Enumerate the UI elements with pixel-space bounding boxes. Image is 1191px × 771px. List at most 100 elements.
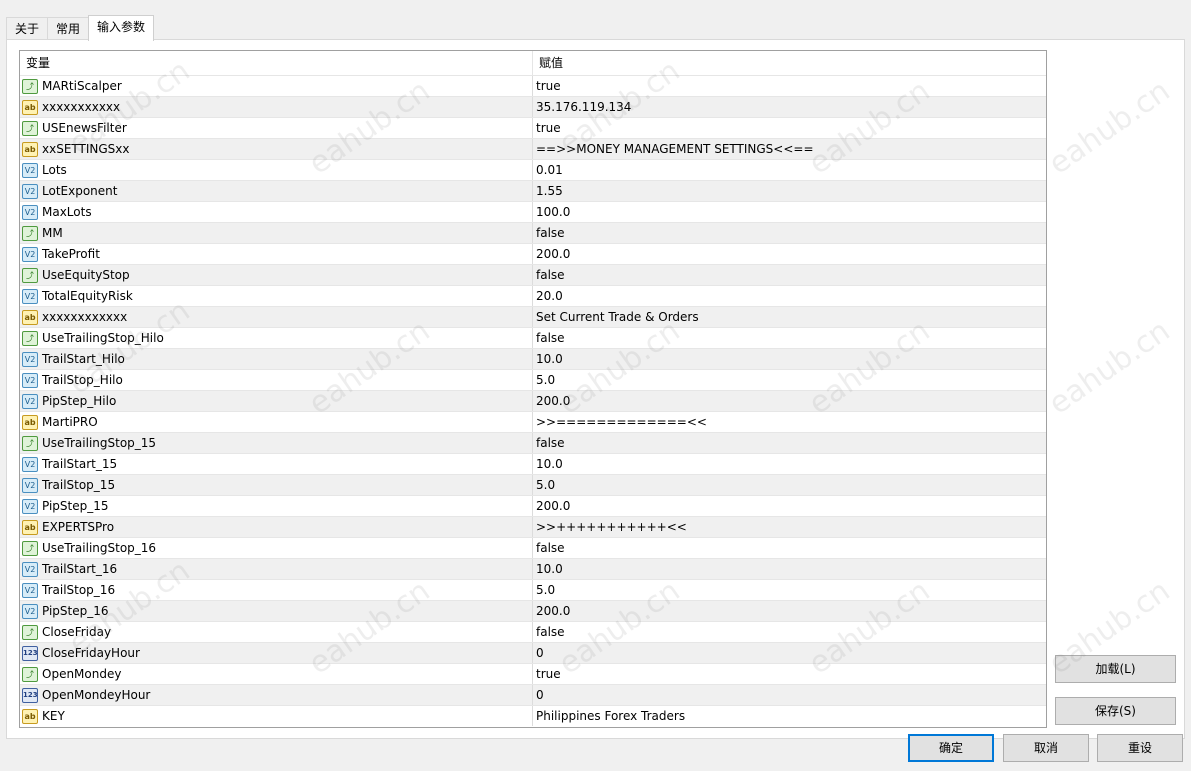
param-value[interactable]: >>=============<< (533, 412, 1046, 432)
param-value[interactable]: 0 (533, 685, 1046, 705)
param-name: PipStep_Hilo (42, 394, 117, 408)
header-variable[interactable]: 变量 (20, 51, 533, 75)
param-value[interactable]: false (533, 265, 1046, 285)
dbl-type-icon: V2 (22, 477, 38, 493)
param-name: PipStep_16 (42, 604, 109, 618)
param-row[interactable]: 123 OpenMondeyHour 0 (20, 684, 1046, 705)
dbl-type-icon: V2 (22, 393, 38, 409)
param-name-cell: ⤴ CloseFriday (20, 622, 533, 642)
param-row[interactable]: V2 PipStep_15 200.0 (20, 495, 1046, 516)
param-value[interactable]: 10.0 (533, 559, 1046, 579)
param-value[interactable]: 5.0 (533, 475, 1046, 495)
param-value[interactable]: 200.0 (533, 601, 1046, 621)
param-value[interactable]: false (533, 622, 1046, 642)
param-name: xxxxxxxxxxxx (42, 310, 128, 324)
param-row[interactable]: ⤴ UseTrailingStop_16 false (20, 537, 1046, 558)
param-value[interactable]: >>+++++++++++<< (533, 517, 1046, 537)
reset-button[interactable]: 重设 (1097, 734, 1183, 762)
param-row[interactable]: V2 MaxLots 100.0 (20, 201, 1046, 222)
param-value[interactable]: 200.0 (533, 391, 1046, 411)
param-row[interactable]: ab KEY Philippines Forex Traders (20, 705, 1046, 726)
param-row[interactable]: ⤴ MM false (20, 222, 1046, 243)
param-row[interactable]: V2 TrailStop_Hilo 5.0 (20, 369, 1046, 390)
param-value[interactable]: 5.0 (533, 580, 1046, 600)
param-name-cell: ⤴ MARtiScalper (20, 76, 533, 96)
param-row[interactable]: ab xxxxxxxxxxx 35.176.119.134 (20, 96, 1046, 117)
param-name: OpenMondeyHour (42, 688, 151, 702)
save-button[interactable]: 保存(S) (1055, 697, 1176, 725)
param-value[interactable]: 100.0 (533, 202, 1046, 222)
param-row[interactable]: 123 CloseFridayHour 0 (20, 642, 1046, 663)
param-row[interactable]: ⤴ UseEquityStop false (20, 264, 1046, 285)
param-row[interactable]: V2 PipStep_16 200.0 (20, 600, 1046, 621)
param-value[interactable]: Set Current Trade & Orders (533, 307, 1046, 327)
param-value[interactable]: false (533, 328, 1046, 348)
param-name: EXPERTSPro (42, 520, 115, 534)
param-row[interactable]: ⤴ MARtiScalper true (20, 75, 1046, 96)
param-value[interactable]: 0 (533, 643, 1046, 663)
param-row[interactable]: ⤴ CloseFriday false (20, 621, 1046, 642)
param-value[interactable]: 200.0 (533, 244, 1046, 264)
param-name: CloseFriday (42, 625, 112, 639)
param-row[interactable]: ab xxSETTINGSxx ==>>MONEY MANAGEMENT SETTI… (20, 138, 1046, 159)
param-row[interactable]: V2 TakeProfit 200.0 (20, 243, 1046, 264)
param-row[interactable]: ab MartiPRO >>=============<< (20, 411, 1046, 432)
dbl-type-icon: V2 (22, 183, 38, 199)
param-value[interactable]: 1.55 (533, 181, 1046, 201)
tab-bar: 关于 常用 输入参数 (6, 15, 155, 41)
tab-common[interactable]: 常用 (47, 17, 90, 41)
tab-inputs[interactable]: 输入参数 (88, 15, 155, 41)
param-row[interactable]: ⤴ UseTrailingStop_15 false (20, 432, 1046, 453)
param-value[interactable]: false (533, 223, 1046, 243)
param-row[interactable]: ⤴ USEnewsFilter true (20, 117, 1046, 138)
str-type-icon: ab (22, 99, 38, 115)
param-row[interactable]: ⤴ UseTrailingStop_Hilo false (20, 327, 1046, 348)
param-row[interactable]: V2 TrailStop_16 5.0 (20, 579, 1046, 600)
param-row[interactable]: V2 TrailStart_Hilo 10.0 (20, 348, 1046, 369)
param-name-cell: 123 CloseFridayHour (20, 643, 533, 663)
param-name-cell: ⤴ UseTrailingStop_15 (20, 433, 533, 453)
param-row[interactable]: V2 TotalEquityRisk 20.0 (20, 285, 1046, 306)
param-name: Lots (42, 163, 67, 177)
param-name-cell: ab KEY (20, 706, 533, 726)
load-button[interactable]: 加载(L) (1055, 655, 1176, 683)
param-row[interactable]: V2 PipStep_Hilo 200.0 (20, 390, 1046, 411)
param-row[interactable]: ab xxxxxxxxxxxx Set Current Trade & Orders (20, 306, 1046, 327)
tab-about[interactable]: 关于 (6, 17, 49, 41)
dbl-type-icon: V2 (22, 162, 38, 178)
dbl-type-icon: V2 (22, 498, 38, 514)
ok-button[interactable]: 确定 (908, 734, 994, 762)
param-value[interactable]: 35.176.119.134 (533, 97, 1046, 117)
param-value[interactable]: ==>>MONEY MANAGEMENT SETTINGS<<== (533, 139, 1046, 159)
param-value[interactable]: 200.0 (533, 496, 1046, 516)
param-value[interactable]: 20.0 (533, 286, 1046, 306)
param-value[interactable]: true (533, 118, 1046, 138)
param-row[interactable]: ab EXPERTSPro >>+++++++++++<< (20, 516, 1046, 537)
param-row[interactable]: V2 TrailStart_15 10.0 (20, 453, 1046, 474)
param-row[interactable]: ⤴ OpenMondey true (20, 663, 1046, 684)
param-value[interactable]: false (533, 433, 1046, 453)
param-value[interactable]: true (533, 76, 1046, 96)
param-value[interactable]: false (533, 538, 1046, 558)
param-name-cell: ab xxxxxxxxxxxx (20, 307, 533, 327)
param-row[interactable]: V2 TrailStop_15 5.0 (20, 474, 1046, 495)
param-value[interactable]: 0.01 (533, 160, 1046, 180)
cancel-button[interactable]: 取消 (1003, 734, 1089, 762)
param-name: TrailStart_15 (42, 457, 118, 471)
param-row[interactable]: V2 TrailStart_16 10.0 (20, 558, 1046, 579)
header-value[interactable]: 赋值 (533, 51, 563, 75)
inputs-panel: 变量 赋值 ⤴ MARtiScalper true ab xxxxxxxxxxx 35.1… (6, 39, 1185, 739)
param-value[interactable]: true (533, 664, 1046, 684)
param-value[interactable]: 10.0 (533, 349, 1046, 369)
bool-type-icon: ⤴ (22, 666, 38, 682)
param-row[interactable]: V2 Lots 0.01 (20, 159, 1046, 180)
param-value[interactable]: 5.0 (533, 370, 1046, 390)
param-name-cell: ab MartiPRO (20, 412, 533, 432)
param-row[interactable]: V2 LotExponent 1.55 (20, 180, 1046, 201)
param-name: TakeProfit (42, 247, 100, 261)
param-name: TotalEquityRisk (42, 289, 133, 303)
param-value[interactable]: 10.0 (533, 454, 1046, 474)
bool-type-icon: ⤴ (22, 540, 38, 556)
param-value[interactable]: Philippines Forex Traders (533, 706, 1046, 726)
bool-type-icon: ⤴ (22, 267, 38, 283)
